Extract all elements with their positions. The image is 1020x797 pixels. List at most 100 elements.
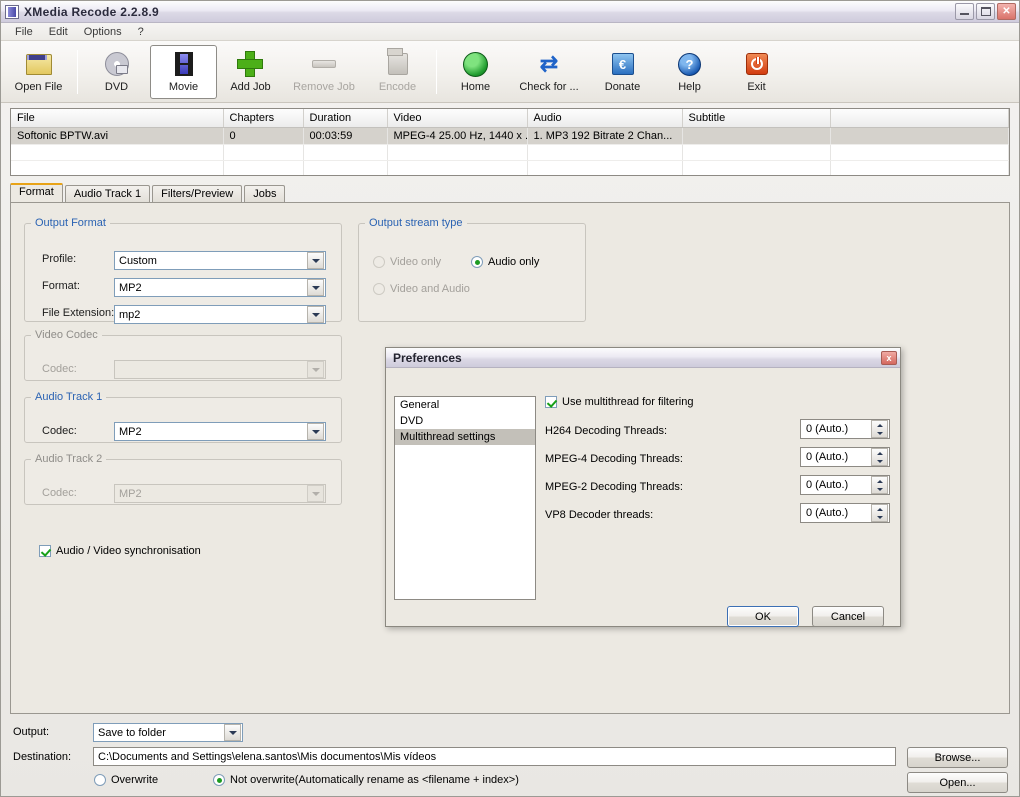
close-button[interactable]: ✕	[997, 3, 1016, 20]
radio-audio-only-label: Audio only	[488, 256, 540, 268]
tab-audio-track-1[interactable]: Audio Track 1	[64, 185, 151, 202]
chevron-down-icon	[307, 361, 324, 378]
preferences-category-list[interactable]: General DVD Multithread settings	[394, 396, 536, 600]
pref-category-general[interactable]: General	[395, 397, 535, 413]
radio-video-and-audio-label: Video and Audio	[390, 283, 470, 295]
tab-filters-preview[interactable]: Filters/Preview	[152, 185, 243, 202]
audio-track-1-codec-combobox[interactable]: MP2	[114, 422, 326, 441]
output-mode-combobox[interactable]: Save to folder	[93, 723, 243, 742]
radio-audio-only[interactable]: Audio only	[471, 256, 539, 268]
mpeg4-threads-value: 0 (Auto.)	[806, 451, 849, 463]
pref-category-dvd[interactable]: DVD	[395, 413, 535, 429]
toolbar-exit-label: Exit	[747, 81, 766, 93]
mpeg2-threads-label: MPEG-2 Decoding Threads:	[545, 481, 683, 493]
toolbar-open-file[interactable]: Open File	[5, 45, 72, 99]
video-codec-legend: Video Codec	[35, 329, 98, 341]
radio-overwrite[interactable]: Overwrite	[94, 774, 158, 786]
toolbar-dvd[interactable]: DVD	[83, 45, 150, 99]
open-file-icon	[24, 50, 54, 78]
maximize-button[interactable]	[976, 3, 995, 20]
dvd-disc-icon	[102, 50, 132, 78]
chevron-down-icon[interactable]	[307, 423, 324, 440]
spinner-arrows-icon[interactable]	[871, 448, 888, 466]
toolbar-movie[interactable]: Movie	[150, 44, 217, 99]
toolbar-add-job[interactable]: Add Job	[217, 45, 284, 99]
ok-button[interactable]: OK	[727, 606, 799, 627]
toolbar-help[interactable]: ? Help	[656, 45, 723, 99]
format-combobox[interactable]: MP2	[114, 278, 326, 297]
toolbar-donate[interactable]: € Donate	[589, 45, 656, 99]
vp8-threads-spinner[interactable]: 0 (Auto.)	[800, 503, 890, 523]
checkbox-indicator	[545, 396, 557, 408]
refresh-arrows-icon: ⇄	[539, 51, 559, 76]
column-header-extra[interactable]	[830, 109, 1009, 128]
toolbar-home-label: Home	[460, 81, 491, 93]
cancel-button[interactable]: Cancel	[812, 606, 884, 627]
output-stream-type-legend: Output stream type	[369, 217, 463, 229]
chevron-down-icon[interactable]	[307, 252, 324, 269]
radio-indicator	[471, 256, 483, 268]
table-row[interactable]	[11, 144, 1009, 161]
spinner-arrows-icon[interactable]	[871, 420, 888, 438]
column-header-subtitle[interactable]: Subtitle	[682, 109, 831, 128]
menu-options[interactable]: Options	[76, 24, 130, 40]
tab-jobs[interactable]: Jobs	[244, 185, 286, 202]
pref-category-multithread-settings[interactable]: Multithread settings	[395, 429, 535, 445]
h264-threads-spinner[interactable]: 0 (Auto.)	[800, 419, 890, 439]
table-row[interactable]	[11, 160, 1009, 175]
column-header-chapters[interactable]: Chapters	[223, 109, 304, 128]
toolbar-remove-job-label: Remove Job	[293, 81, 355, 93]
chevron-down-icon[interactable]	[307, 306, 324, 323]
main-toolbar: Open File DVD Movie Add Job Remove Job E…	[1, 41, 1019, 103]
column-header-audio[interactable]: Audio	[527, 109, 683, 128]
minus-bar-icon	[309, 50, 339, 78]
file-list[interactable]: File Chapters Duration Video Audio Subti…	[10, 108, 1010, 176]
radio-not-overwrite[interactable]: Not overwrite(Automatically rename as <f…	[213, 774, 519, 786]
spinner-arrows-icon[interactable]	[871, 504, 888, 522]
spinner-arrows-icon[interactable]	[871, 476, 888, 494]
tab-format[interactable]: Format	[10, 183, 63, 202]
title-bar: XMedia Recode 2.2.8.9 ✕	[1, 1, 1019, 23]
destination-input[interactable]: C:\Documents and Settings\elena.santos\M…	[93, 747, 896, 766]
toolbar-exit[interactable]: Exit	[723, 45, 790, 99]
menu-help[interactable]: ?	[130, 24, 152, 40]
vp8-threads-value: 0 (Auto.)	[806, 507, 849, 519]
av-sync-checkbox[interactable]: Audio / Video synchronisation	[39, 545, 201, 557]
toolbar-check-for-updates[interactable]: ⇄ Check for ...	[509, 45, 589, 99]
chevron-down-icon[interactable]	[224, 724, 241, 741]
close-icon[interactable]: x	[881, 350, 897, 365]
toolbar-home[interactable]: Home	[442, 45, 509, 99]
toolbar-separator	[77, 49, 78, 94]
output-format-legend: Output Format	[35, 217, 106, 229]
column-header-duration[interactable]: Duration	[303, 109, 388, 128]
column-header-video[interactable]: Video	[387, 109, 528, 128]
use-multithread-checkbox[interactable]: Use multithread for filtering	[545, 396, 693, 408]
open-button[interactable]: Open...	[907, 772, 1008, 793]
output-mode-value: Save to folder	[98, 726, 166, 739]
profile-combobox[interactable]: Custom	[114, 251, 326, 270]
output-section: Output: Save to folder Destination: C:\D…	[1, 714, 1019, 796]
minimize-button[interactable]	[955, 3, 974, 20]
mpeg4-threads-spinner[interactable]: 0 (Auto.)	[800, 447, 890, 467]
chevron-down-icon[interactable]	[307, 279, 324, 296]
toolbar-encode-label: Encode	[378, 81, 417, 93]
radio-video-only-label: Video only	[390, 256, 442, 268]
mpeg2-threads-spinner[interactable]: 0 (Auto.)	[800, 475, 890, 495]
column-header-file[interactable]: File	[11, 109, 224, 128]
radio-indicator	[373, 256, 385, 268]
av-sync-label: Audio / Video synchronisation	[56, 545, 201, 557]
browse-button[interactable]: Browse...	[907, 747, 1008, 768]
preferences-title-bar: Preferences x	[386, 348, 900, 368]
audio-track-2-codec-label: Codec:	[42, 487, 77, 499]
file-extension-combobox[interactable]: mp2	[114, 305, 326, 324]
encode-icon	[383, 50, 413, 78]
radio-overwrite-label: Overwrite	[111, 774, 159, 786]
checkbox-indicator	[39, 545, 51, 557]
menu-file[interactable]: File	[7, 24, 41, 40]
preferences-title: Preferences	[393, 350, 462, 365]
profile-value: Custom	[119, 254, 157, 267]
film-strip-icon	[5, 4, 19, 19]
table-row[interactable]: Softonic BPTW.avi 0 00:03:59 MPEG-4 25.0…	[11, 127, 1009, 145]
menu-edit[interactable]: Edit	[41, 24, 76, 40]
vp8-threads-label: VP8 Decoder threads:	[545, 509, 654, 521]
